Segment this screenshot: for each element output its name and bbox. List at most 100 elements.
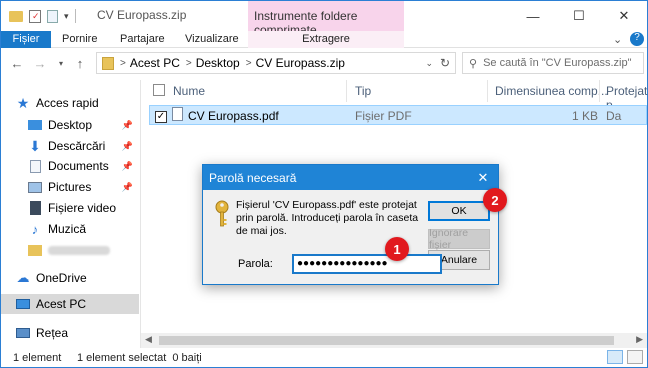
sidebar-item-documents[interactable]: Documents 📌 (27, 156, 139, 176)
column-header-size[interactable]: Dimensiunea comp... (495, 80, 608, 102)
skip-file-button[interactable]: Ignorare fișier (428, 227, 490, 251)
column-header-name[interactable]: Nume (173, 80, 205, 102)
key-icon (215, 200, 229, 227)
sidebar-item-blurred-folder[interactable] (27, 240, 139, 260)
pin-icon: 📌 (121, 140, 133, 151)
step-badge-2: 2 (483, 188, 507, 212)
status-selection: 1 element selectat 0 baiți (77, 352, 202, 364)
forward-arrow-icon[interactable]: → (31, 54, 49, 72)
sidebar-item-label: OneDrive (36, 271, 87, 285)
breadcrumb-separator-icon: > (185, 57, 192, 69)
pin-icon: 📌 (121, 181, 133, 192)
ok-button[interactable]: OK (428, 201, 490, 221)
pictures-icon (27, 179, 43, 195)
sidebar-item-this-pc[interactable]: Acest PC (1, 294, 139, 314)
pin-icon: 📌 (121, 160, 133, 171)
dialog-body: Fișierul 'CV Europass.pdf' este protejat… (203, 190, 498, 284)
scroll-thumb[interactable] (159, 336, 614, 345)
details-view-icon[interactable] (607, 350, 623, 364)
column-header-type[interactable]: Tip (355, 80, 371, 102)
computer-icon (15, 296, 31, 312)
sidebar-item-label: Acces rapid (36, 96, 99, 110)
tab-share[interactable]: Partajare (120, 31, 165, 48)
explorer-window: ✓ ▾ CV Europass.zip Instrumente foldere … (0, 0, 648, 368)
up-arrow-icon[interactable]: ↑ (71, 54, 89, 72)
nav-pane-divider[interactable] (140, 80, 141, 348)
close-window-button[interactable]: ✕ (602, 1, 646, 31)
breadcrumb-zip[interactable]: CV Europass.zip (256, 56, 345, 70)
search-input[interactable]: ⚲ Se caută în "CV Europass.zip" (462, 52, 644, 74)
file-type: Fișier PDF (355, 109, 412, 123)
step-badge-1: 1 (385, 237, 409, 261)
help-icon[interactable]: ? (630, 32, 644, 46)
column-divider[interactable] (346, 80, 347, 102)
pin-icon: 📌 (121, 119, 133, 130)
address-dropdown-icon[interactable]: ⌄ (425, 58, 433, 69)
star-icon: ★ (16, 94, 30, 111)
breadcrumb-separator-icon: > (120, 57, 126, 69)
minimize-button[interactable]: — (511, 1, 555, 31)
horizontal-scrollbar[interactable]: ◀ ▶ (141, 333, 647, 348)
file-row[interactable]: ✓ CV Europass.pdf Fișier PDF 1 KB Da (149, 105, 647, 125)
back-arrow-icon[interactable]: ← (8, 54, 26, 72)
music-icon: ♪ (31, 221, 39, 237)
folder-icon[interactable] (9, 10, 23, 22)
customize-toolbar-icon[interactable]: ▾ (64, 11, 69, 22)
blurred-label (48, 245, 110, 255)
sidebar-item-videos[interactable]: Fișiere video (27, 198, 139, 218)
sidebar-item-music[interactable]: ♪ Muzică (27, 219, 139, 239)
sidebar-item-label: Pictures (48, 180, 92, 194)
dialog-close-button[interactable]: ✕ (468, 165, 498, 190)
recent-locations-icon[interactable]: ▾ (52, 54, 70, 72)
status-bar: 1 element 1 element selectat 0 baiți (1, 349, 647, 367)
password-label: Parola: (238, 258, 273, 270)
quick-access-toolbar: ✓ ▾ (9, 7, 76, 25)
sidebar-item-label: Desktop (48, 118, 93, 132)
navigation-pane: ★ Acces rapid Desktop 📌 ⬇ Descărcări 📌 D… (1, 80, 139, 344)
scroll-left-icon[interactable]: ◀ (145, 334, 152, 345)
breadcrumb-this-pc[interactable]: Acest PC (130, 56, 180, 70)
row-checkbox[interactable]: ✓ (155, 108, 167, 123)
dialog-message: Fișierul 'CV Europass.pdf' este protejat… (236, 199, 419, 237)
password-field[interactable]: ●●●●●●●●●●●●●●● (292, 254, 442, 274)
sidebar-item-label: Muzică (48, 222, 87, 236)
password-dialog: Parolă necesară ✕ Fișierul 'CV Europass.… (202, 164, 499, 285)
download-icon: ⬇ (29, 137, 41, 154)
maximize-button[interactable]: ☐ (557, 1, 601, 31)
large-icons-view-icon[interactable] (627, 350, 643, 364)
sidebar-item-pictures[interactable]: Pictures 📌 (27, 177, 139, 197)
sidebar-item-label: Acest PC (36, 297, 87, 311)
dialog-title: Parolă necesară (203, 165, 498, 190)
context-tab-header: Instrumente foldere comprimate (248, 1, 404, 37)
window-title: CV Europass.zip (97, 8, 187, 22)
title-bar: ✓ ▾ CV Europass.zip Instrumente foldere … (1, 1, 647, 37)
new-folder-icon[interactable] (47, 9, 58, 23)
sidebar-item-label: Descărcări (48, 139, 106, 153)
video-icon (27, 200, 43, 216)
title-separator (74, 9, 76, 23)
sidebar-item-network[interactable]: Rețea (15, 323, 139, 343)
zip-folder-icon (102, 56, 114, 70)
tab-view[interactable]: Vizualizare (185, 31, 239, 48)
tab-file[interactable]: Fișier (1, 31, 51, 48)
network-icon (15, 325, 31, 341)
tab-home[interactable]: Pornire (62, 31, 97, 48)
column-header-protected[interactable]: Protejat p (606, 80, 647, 112)
sidebar-item-downloads[interactable]: ⬇ Descărcări 📌 (27, 136, 139, 156)
sidebar-item-onedrive[interactable]: ☁ OneDrive (15, 268, 139, 288)
expand-ribbon-icon[interactable]: ⌄ (613, 31, 622, 48)
select-all-checkbox[interactable] (153, 80, 167, 102)
column-divider[interactable] (487, 80, 488, 102)
tab-extract[interactable]: Extragere (248, 31, 404, 48)
onedrive-icon: ☁ (16, 270, 30, 285)
breadcrumb-desktop[interactable]: Desktop (196, 56, 240, 70)
properties-icon[interactable]: ✓ (29, 9, 41, 23)
column-divider[interactable] (599, 80, 600, 102)
sidebar-item-desktop[interactable]: Desktop 📌 (27, 115, 139, 135)
sidebar-item-label: Documents (48, 159, 109, 173)
refresh-icon[interactable]: ↻ (440, 56, 450, 70)
search-placeholder: Se caută în "CV Europass.zip" (483, 57, 632, 69)
address-bar[interactable]: > Acest PC > Desktop > CV Europass.zip ⌄… (96, 52, 456, 74)
sidebar-item-quick-access[interactable]: ★ Acces rapid (15, 93, 153, 113)
scroll-right-icon[interactable]: ▶ (636, 334, 643, 345)
